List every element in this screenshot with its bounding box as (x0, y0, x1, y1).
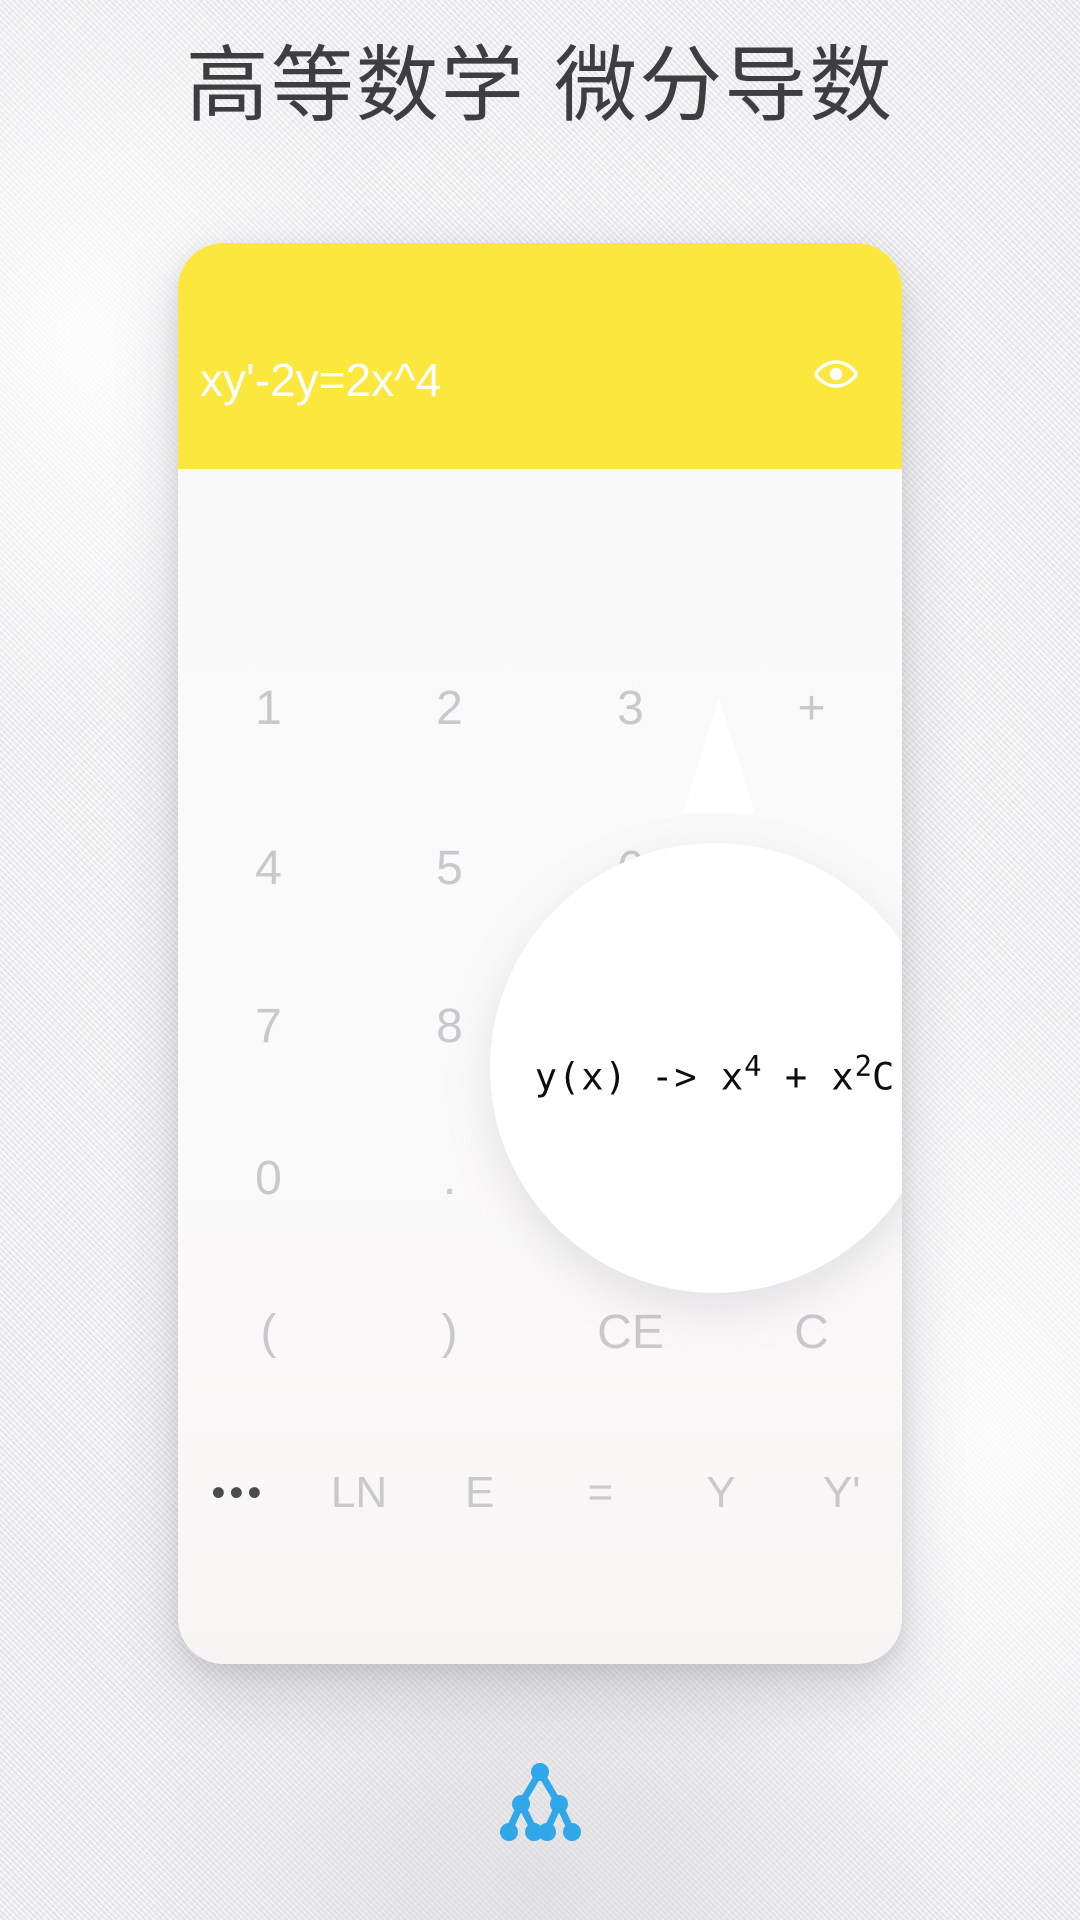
molecule-tree-logo-icon (500, 1763, 581, 1841)
keypad-function-row: ••• LN E = Y Y' (178, 1429, 902, 1557)
key-e[interactable]: E (419, 1471, 540, 1515)
key-clear-entry[interactable]: CE (540, 1309, 721, 1357)
equation-input[interactable]: xy'-2y=2x^4 (200, 353, 441, 407)
key-equals[interactable]: = (540, 1471, 661, 1515)
key-4[interactable]: 4 (178, 845, 359, 893)
answer-middle: + x (761, 1055, 855, 1099)
key-y-prime[interactable]: Y' (781, 1471, 902, 1515)
key-7[interactable]: 7 (178, 1003, 359, 1051)
answer-exponent-2: 2 (854, 1049, 873, 1084)
answer-formula: y(x) -> x4 + x2C (535, 1049, 896, 1098)
answer-suffix: C (872, 1055, 896, 1099)
key-2[interactable]: 2 (359, 685, 540, 733)
page-title: 高等数学 微分导数 (185, 37, 895, 134)
answer-prefix: y(x) -> x (534, 1055, 745, 1099)
key-1[interactable]: 1 (178, 685, 359, 733)
key-more-options[interactable]: ••• (178, 1473, 299, 1513)
keypad-row-5: ( ) CE C (178, 1269, 902, 1397)
key-close-paren[interactable]: ) (359, 1309, 540, 1357)
eye-icon[interactable] (814, 359, 858, 389)
equation-header: xy'-2y=2x^4 (178, 243, 902, 469)
brand-logo (0, 1760, 1080, 1846)
answer-bubble-pointer (683, 698, 755, 813)
calculator-card: xy'-2y=2x^4 1 2 3 + 4 5 6 - 7 8 9 × (178, 243, 902, 1664)
key-open-paren[interactable]: ( (178, 1309, 359, 1357)
answer-exponent-1: 4 (744, 1049, 762, 1084)
keypad-row-1: 1 2 3 + (178, 645, 902, 773)
key-ln[interactable]: LN (299, 1471, 420, 1515)
key-clear[interactable]: C (721, 1309, 902, 1357)
key-y[interactable]: Y (661, 1471, 782, 1515)
key-5[interactable]: 5 (359, 845, 540, 893)
key-0[interactable]: 0 (178, 1155, 359, 1203)
